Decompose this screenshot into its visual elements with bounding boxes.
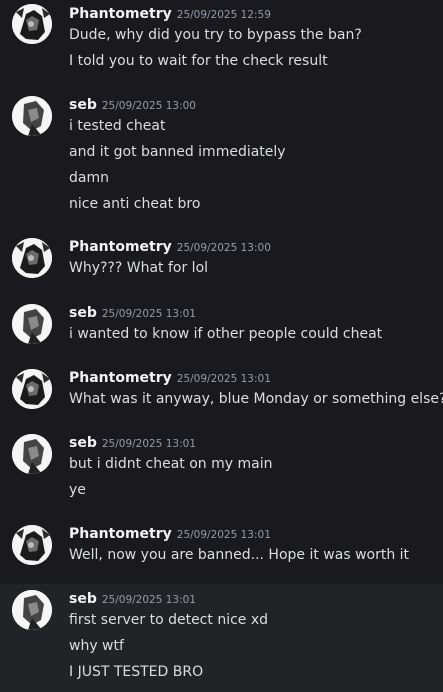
message-header: seb 25/09/2025 13:01 <box>69 304 196 322</box>
avatar-image <box>12 304 52 344</box>
message-text: why wtf <box>69 638 124 654</box>
message-text: Why??? What for lol <box>69 260 209 276</box>
username[interactable]: Phantometry <box>69 239 172 255</box>
username[interactable]: Phantometry <box>69 526 172 542</box>
avatar-image <box>12 434 52 474</box>
message-text: and it got banned immediately <box>69 144 286 160</box>
avatar[interactable] <box>12 96 52 136</box>
message-header: Phantometry 25/09/2025 12:59 <box>69 5 271 23</box>
avatar[interactable] <box>12 369 52 409</box>
message-text: ye <box>69 482 86 498</box>
avatar[interactable] <box>12 590 52 630</box>
message-group: seb 25/09/2025 13:00 i tested cheat and i… <box>0 90 443 220</box>
timestamp: 25/09/2025 13:01 <box>101 438 196 450</box>
message-text: Well, now you are banned... Hope it was … <box>69 547 410 563</box>
message-text: i wanted to know if other people could c… <box>69 326 383 342</box>
message-header: seb 25/09/2025 13:01 <box>69 590 196 608</box>
message-text: What was it anyway, blue Monday or somet… <box>69 391 443 407</box>
message-text: i tested cheat <box>69 118 166 134</box>
avatar-image <box>12 96 52 136</box>
message-header: Phantometry 25/09/2025 13:01 <box>69 525 271 543</box>
message-text: damn <box>69 170 109 186</box>
username[interactable]: seb <box>69 97 97 113</box>
message-group: Phantometry 25/09/2025 12:59 Dude, why di… <box>0 0 443 80</box>
message-header: seb 25/09/2025 13:00 <box>69 96 196 114</box>
avatar[interactable] <box>12 4 52 44</box>
timestamp: 25/09/2025 13:01 <box>176 529 271 541</box>
avatar-image <box>12 369 52 409</box>
avatar-image <box>12 4 52 44</box>
username[interactable]: Phantometry <box>69 6 172 22</box>
timestamp: 25/09/2025 13:01 <box>101 308 196 320</box>
message-text: I told you to wait for the check result <box>69 53 328 69</box>
timestamp: 25/09/2025 13:01 <box>176 373 271 385</box>
avatar-image <box>12 525 52 565</box>
chat-message-list: Phantometry 25/09/2025 12:59 Dude, why di… <box>0 0 443 692</box>
message-group: Phantometry 25/09/2025 13:01 Well, now yo… <box>0 519 443 569</box>
username[interactable]: seb <box>69 435 97 451</box>
avatar-image <box>12 590 52 630</box>
username[interactable]: seb <box>69 591 97 607</box>
message-group: Phantometry 25/09/2025 13:01 What was it … <box>0 363 443 413</box>
username[interactable]: seb <box>69 305 97 321</box>
username[interactable]: Phantometry <box>69 370 172 386</box>
message-header: Phantometry 25/09/2025 13:00 <box>69 238 271 256</box>
message-text: Dude, why did you try to bypass the ban? <box>69 27 362 43</box>
message-text: but i didnt cheat on my main <box>69 456 273 472</box>
avatar-image <box>12 238 52 278</box>
message-group: seb 25/09/2025 13:01 but i didnt cheat on… <box>0 428 443 508</box>
message-group: seb 25/09/2025 13:01 first server to dete… <box>0 584 443 692</box>
message-header: Phantometry 25/09/2025 13:01 <box>69 369 271 387</box>
timestamp: 25/09/2025 13:01 <box>101 594 196 606</box>
avatar[interactable] <box>12 238 52 278</box>
timestamp: 25/09/2025 12:59 <box>176 9 271 21</box>
message-header: seb 25/09/2025 13:01 <box>69 434 196 452</box>
message-text: nice anti cheat bro <box>69 196 201 212</box>
avatar[interactable] <box>12 304 52 344</box>
avatar[interactable] <box>12 434 52 474</box>
message-text: first server to detect nice xd <box>69 612 269 628</box>
message-group: seb 25/09/2025 13:01 i wanted to know if … <box>0 298 443 348</box>
avatar[interactable] <box>12 525 52 565</box>
timestamp: 25/09/2025 13:00 <box>176 242 271 254</box>
message-text: I JUST TESTED BRO <box>69 664 204 680</box>
timestamp: 25/09/2025 13:00 <box>101 100 196 112</box>
message-group: Phantometry 25/09/2025 13:00 Why??? What … <box>0 232 443 282</box>
